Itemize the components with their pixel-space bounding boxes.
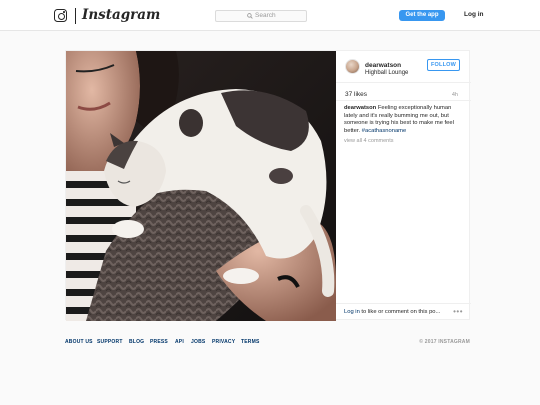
- get-the-app-button[interactable]: Get the app: [399, 10, 445, 21]
- post-sidebar: dearwatson Highball Lounge FOLLOW 37 lik…: [336, 51, 471, 321]
- search-input[interactable]: Search: [215, 10, 307, 22]
- cat-photo-image: [66, 51, 336, 321]
- login-link[interactable]: Log in: [464, 11, 484, 18]
- post-header: dearwatson Highball Lounge FOLLOW: [336, 51, 471, 83]
- footer-link-about-us[interactable]: ABOUT US: [65, 339, 93, 345]
- post-username[interactable]: dearwatson: [365, 62, 401, 69]
- top-navigation-bar: Instagram Search Get the app Log in: [0, 0, 540, 31]
- comment-prompt: Log in to like or comment on this po...: [344, 309, 440, 315]
- instagram-camera-icon[interactable]: [54, 9, 67, 22]
- caption-hashtag[interactable]: #acathasnoname: [362, 128, 406, 134]
- logo-divider: [75, 8, 76, 24]
- search-placeholder: Search: [255, 12, 276, 19]
- follow-button[interactable]: FOLLOW: [427, 59, 460, 71]
- search-icon: [247, 13, 253, 19]
- post-location[interactable]: Highball Lounge: [365, 70, 408, 76]
- post-card: dearwatson Highball Lounge FOLLOW 37 lik…: [65, 50, 471, 321]
- avatar[interactable]: [345, 59, 360, 74]
- copyright-text: © 2017 INSTAGRAM: [419, 339, 470, 345]
- view-all-comments-link[interactable]: view all 4 comments: [344, 138, 394, 144]
- footer-link-support[interactable]: SUPPORT: [97, 339, 123, 345]
- more-options-icon[interactable]: •••: [453, 307, 463, 316]
- post-photo[interactable]: [66, 51, 336, 321]
- footer-link-terms[interactable]: TERMS: [241, 339, 260, 345]
- footer: ABOUT US SUPPORT BLOG PRESS API JOBS PRI…: [65, 339, 470, 349]
- comment-prompt-text: to like or comment on this po...: [359, 309, 441, 315]
- caption-username[interactable]: dearwatson: [344, 105, 376, 111]
- comment-bar: Log in to like or comment on this po... …: [336, 303, 471, 321]
- post-timestamp[interactable]: 4h: [452, 92, 458, 98]
- likes-count[interactable]: 37 likes: [345, 91, 367, 98]
- post-caption: dearwatson Feeling exceptionally human l…: [344, 105, 466, 135]
- footer-link-blog[interactable]: BLOG: [129, 339, 144, 345]
- footer-link-privacy[interactable]: PRIVACY: [212, 339, 235, 345]
- footer-link-press[interactable]: PRESS: [150, 339, 168, 345]
- comment-login-link[interactable]: Log in: [344, 309, 360, 315]
- footer-link-api[interactable]: API: [175, 339, 184, 345]
- footer-link-jobs[interactable]: JOBS: [191, 339, 205, 345]
- divider: [336, 100, 471, 101]
- instagram-wordmark[interactable]: Instagram: [82, 7, 160, 23]
